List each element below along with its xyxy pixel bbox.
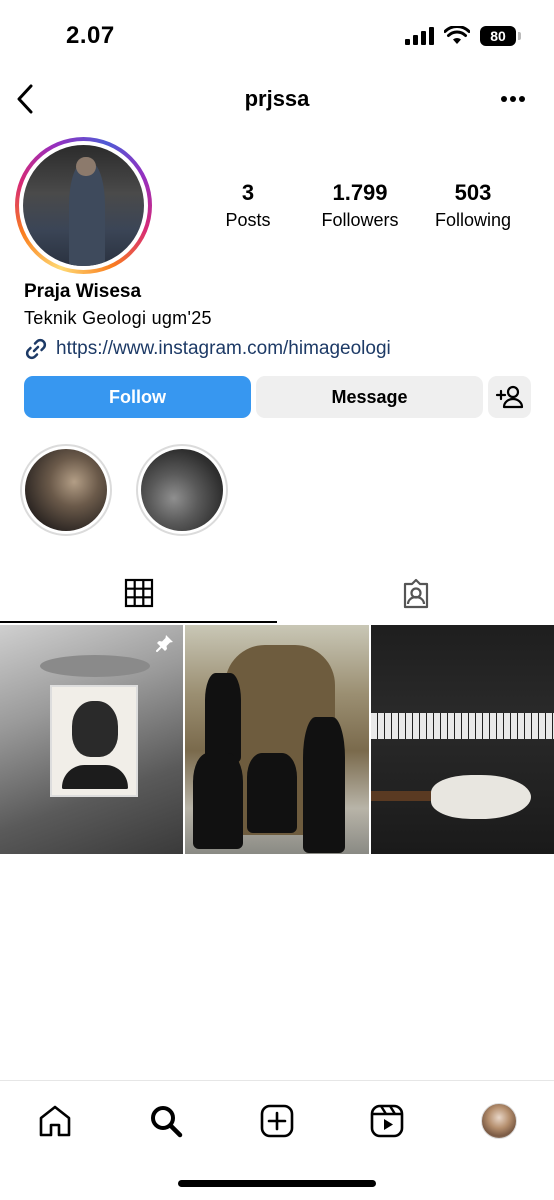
wifi-icon [444,26,470,44]
status-time: 2.07 [66,22,115,49]
reels-icon [370,1104,404,1138]
chevron-left-icon [17,84,33,114]
post-thumbnail[interactable] [371,625,554,854]
highlight-cover [25,449,107,531]
search-icon [151,1106,183,1138]
tab-tagged[interactable] [277,565,554,623]
pin-icon [156,635,173,652]
profile-link-text[interactable]: https://www.instagram.com/himageologi [56,338,391,360]
stat-followers[interactable]: 1.799 Followers [310,180,410,231]
posts-count: 3 [241,180,255,205]
follow-button[interactable]: Follow [24,376,251,418]
profile-link[interactable]: https://www.instagram.com/himageologi [24,337,391,361]
add-user-icon [495,385,523,409]
profile-actions: Follow Message [24,376,531,418]
tab-posts-grid[interactable] [0,565,277,623]
profile-full-name: Praja Wisesa [24,281,142,302]
suggested-users-button[interactable] [488,376,531,418]
header-username: prjssa [244,86,310,111]
profile-header: prjssa [0,78,554,120]
stat-posts[interactable]: 3 Posts [218,180,278,231]
followers-count: 1.799 [332,180,388,205]
tagged-icon [403,578,428,609]
grid-icon [124,578,153,608]
avatar [23,145,144,266]
home-indicator [178,1180,376,1187]
followers-label: Followers [321,210,399,230]
post-thumbnail[interactable] [0,625,183,854]
more-options-button[interactable] [496,84,530,114]
back-button[interactable] [10,80,40,118]
more-horizontal-icon [501,96,525,102]
following-label: Following [434,210,512,230]
stat-following[interactable]: 503 Following [428,180,518,231]
story-highlight[interactable] [20,444,112,536]
signal-icon [405,27,434,45]
story-highlight[interactable] [136,444,228,536]
nav-reels-button[interactable] [365,1099,409,1143]
post-thumbnail[interactable] [185,625,369,854]
nav-create-button[interactable] [255,1099,299,1143]
following-count: 503 [454,180,492,205]
avatar [481,1103,517,1139]
battery-icon: 80 [480,26,521,46]
message-button[interactable]: Message [256,376,483,418]
posts-label: Posts [225,210,271,230]
profile-avatar-story-ring[interactable] [15,137,152,274]
nav-home-button[interactable] [33,1099,77,1143]
home-icon [39,1105,71,1137]
profile-tabs [0,565,554,623]
status-bar: 2.07 80 [0,0,554,72]
nav-profile-button[interactable] [477,1099,521,1143]
profile-bio: Teknik Geologi ugm'25 [24,308,212,328]
status-icons: 80 [405,26,521,46]
nav-search-button[interactable] [144,1099,188,1143]
highlight-cover [141,449,223,531]
create-icon [260,1104,294,1138]
link-icon [25,338,47,360]
